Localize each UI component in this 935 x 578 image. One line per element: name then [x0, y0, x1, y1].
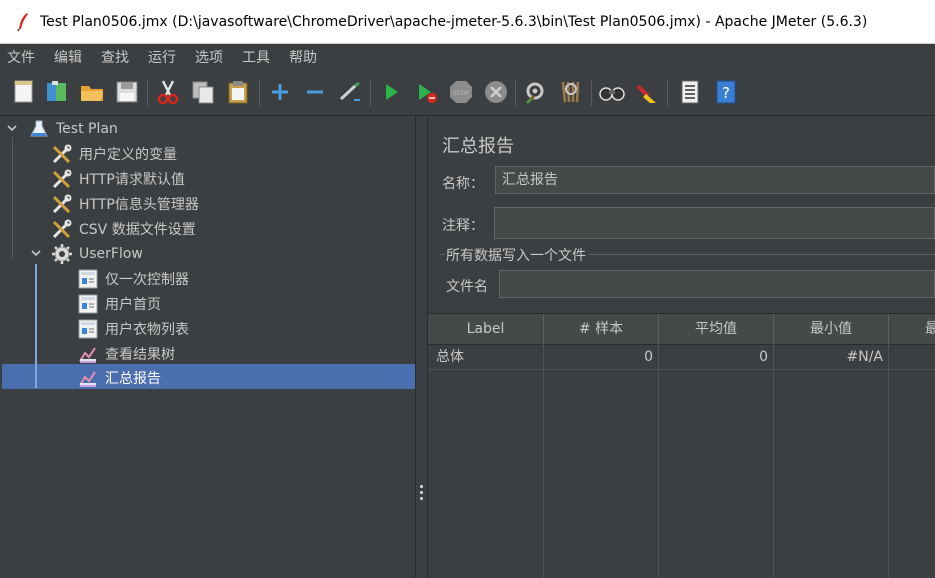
tree-item-view-results-tree[interactable]: 查看结果树	[77, 341, 175, 366]
reset-search-icon[interactable]	[633, 78, 661, 106]
column-divider	[543, 345, 544, 578]
menu-tools[interactable]: 工具	[242, 47, 270, 67]
cut-icon[interactable]	[154, 78, 182, 106]
tree-item-http-request-defaults[interactable]: HTTP请求默认值	[51, 166, 185, 191]
toolbar-separator	[515, 80, 516, 106]
summary-report-panel: 汇总报告 名称： 汇总报告 注释： 所有数据写入一个文件 文件名 Label #…	[428, 116, 935, 578]
svg-text:?: ?	[722, 84, 730, 102]
column-header-average[interactable]: 平均值	[659, 314, 774, 345]
cell-average: 0	[759, 349, 768, 365]
test-plan-flask-icon	[28, 118, 50, 140]
column-divider	[888, 345, 889, 578]
shutdown-icon[interactable]	[482, 78, 510, 106]
splitter-grip-dot	[420, 491, 423, 494]
tree-item-summary-report[interactable]: 汇总报告	[77, 365, 161, 390]
column-header-label[interactable]: Label	[428, 314, 544, 345]
tree-guide-line-active	[35, 264, 37, 388]
name-label: 名称：	[442, 176, 484, 192]
templates-icon[interactable]	[43, 78, 71, 106]
tree-item-user-defined-variables[interactable]: 用户定义的变量	[51, 141, 177, 166]
name-field[interactable]: 汇总报告	[495, 166, 935, 194]
config-element-icon	[51, 193, 73, 215]
controller-icon	[77, 293, 99, 315]
menu-edit[interactable]: 编辑	[54, 47, 82, 67]
menu-run[interactable]: 运行	[148, 47, 176, 67]
cell-samples: 0	[644, 349, 653, 365]
tree-selection-highlight	[2, 364, 415, 389]
menu-file[interactable]: 文件	[7, 47, 35, 67]
controller-icon	[77, 318, 99, 340]
column-header-max[interactable]: 最	[889, 314, 935, 345]
paste-icon[interactable]	[224, 78, 252, 106]
open-icon[interactable]	[78, 78, 106, 106]
cell-min: #N/A	[846, 349, 884, 365]
expand-icon[interactable]	[266, 78, 294, 106]
tree-item-test-plan[interactable]: Test Plan	[28, 116, 118, 141]
save-icon[interactable]	[113, 78, 141, 106]
menu-bar: 文件 编辑 查找 运行 选项 工具 帮助	[0, 44, 935, 70]
window-title-bar: Test Plan0506.jmx (D:\javasoftware\Chrom…	[0, 0, 935, 44]
start-no-pause-icon[interactable]	[412, 78, 440, 106]
summary-table: Label # 样本 平均值 最小值 最 总体 0 0 #N/A	[428, 313, 935, 578]
panel-splitter[interactable]	[416, 116, 428, 578]
listener-icon	[77, 343, 99, 365]
tree-item-once-only-controller[interactable]: 仅一次控制器	[77, 266, 189, 291]
panel-title: 汇总报告	[442, 136, 514, 157]
cell-max	[889, 345, 935, 369]
svg-text:STOP: STOP	[453, 90, 469, 97]
tree-guide-line	[12, 137, 13, 259]
help-icon[interactable]: ?	[712, 78, 740, 106]
toggle-icon[interactable]	[336, 78, 364, 106]
file-group-title: 所有数据写入一个文件	[444, 245, 588, 265]
collapse-chevron-icon[interactable]	[30, 247, 42, 259]
column-header-samples[interactable]: # 样本	[544, 314, 659, 345]
jmeter-feather-icon	[16, 12, 30, 32]
row-divider	[428, 369, 935, 370]
start-icon[interactable]	[377, 78, 405, 106]
comment-label: 注释：	[442, 218, 484, 234]
filename-label: 文件名	[446, 279, 488, 295]
test-plan-tree: Test Plan 用户定义的变量 HTTP请求默认值 HTTP信息头管理器 C…	[0, 116, 416, 578]
listener-icon	[77, 367, 99, 389]
menu-search[interactable]: 查找	[101, 47, 129, 67]
column-divider	[773, 345, 774, 578]
config-element-icon	[51, 218, 73, 240]
collapse-chevron-icon[interactable]	[6, 122, 18, 134]
toolbar-separator	[259, 80, 260, 106]
clear-icon[interactable]	[522, 78, 550, 106]
tree-item-user-clothes-list[interactable]: 用户衣物列表	[77, 316, 189, 341]
cell-label: 总体	[436, 349, 464, 365]
toolbar-separator	[667, 80, 668, 106]
config-element-icon	[51, 143, 73, 165]
clear-all-icon[interactable]	[557, 78, 585, 106]
search-icon[interactable]	[598, 78, 626, 106]
controller-icon	[77, 268, 99, 290]
copy-icon[interactable]	[189, 78, 217, 106]
function-helper-icon[interactable]	[676, 78, 704, 106]
tree-item-csv-data-set[interactable]: CSV 数据文件设置	[51, 216, 196, 241]
menu-options[interactable]: 选项	[195, 47, 223, 67]
toolbar-separator	[591, 80, 592, 106]
toolbar-separator	[147, 80, 148, 106]
splitter-grip-dot	[420, 485, 423, 488]
table-header: Label # 样本 平均值 最小值 最	[428, 313, 935, 345]
comment-field[interactable]	[494, 207, 935, 239]
toolbar-separator	[370, 80, 371, 106]
tree-item-userflow[interactable]: UserFlow	[51, 241, 143, 266]
tree-item-user-home[interactable]: 用户首页	[77, 291, 161, 316]
column-divider	[658, 345, 659, 578]
thread-group-gear-icon	[51, 243, 73, 265]
filename-field[interactable]	[499, 270, 935, 298]
tree-item-http-header-manager[interactable]: HTTP信息头管理器	[51, 191, 199, 216]
menu-help[interactable]: 帮助	[289, 47, 317, 67]
column-header-min[interactable]: 最小值	[774, 314, 889, 345]
window-title: Test Plan0506.jmx (D:\javasoftware\Chrom…	[40, 13, 868, 30]
new-icon[interactable]	[10, 78, 38, 106]
toolbar: STOP ?	[0, 70, 935, 116]
stop-icon[interactable]: STOP	[447, 78, 475, 106]
config-element-icon	[51, 168, 73, 190]
collapse-icon[interactable]	[301, 78, 329, 106]
splitter-grip-dot	[420, 497, 423, 500]
